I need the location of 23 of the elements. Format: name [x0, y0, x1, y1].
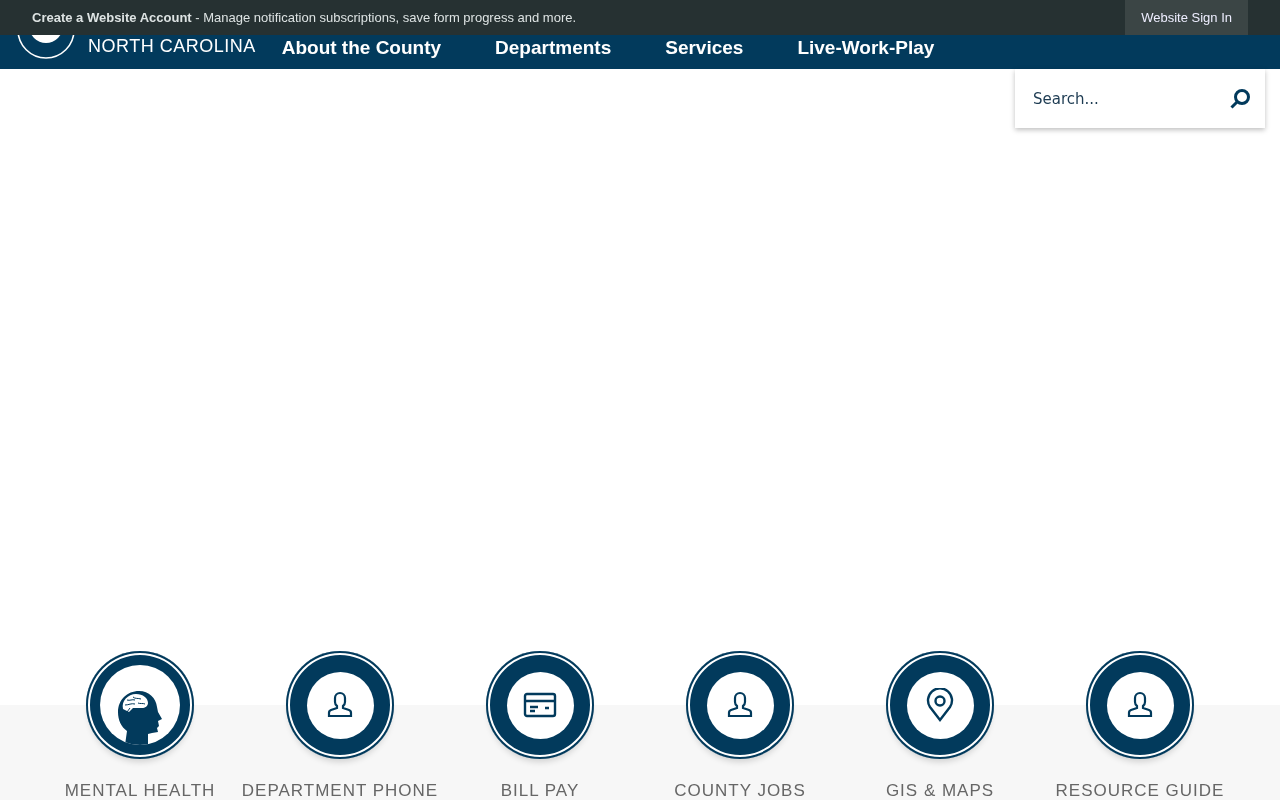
nav-link[interactable]: Departments: [495, 37, 612, 59]
county-state-name: NORTH CAROLINA: [88, 36, 256, 57]
head-with-brain-icon: [117, 689, 163, 745]
account-message: Create a Website Account - Manage notification subscriptions, save form progress and more.: [32, 10, 577, 25]
quick-link-label: BILL PAY: [500, 781, 580, 800]
quick-link[interactable]: GIS & MAPS: [840, 651, 1040, 800]
quick-link-label: MENTAL HEALTH: [64, 781, 216, 800]
nav-link[interactable]: Services: [665, 37, 744, 59]
quick-link-label: COUNTY JOBS: [674, 781, 806, 800]
search-icon[interactable]: [1229, 87, 1251, 110]
quick-link[interactable]: DEPARTMENT PHONE: [240, 651, 440, 800]
quick-link[interactable]: COUNTY JOBS: [640, 651, 840, 800]
quick-link-label: RESOURCE GUIDE: [1055, 781, 1225, 800]
sign-in-button[interactable]: Website Sign In: [1125, 0, 1248, 35]
quick-link[interactable]: BILL PAY: [440, 651, 640, 800]
nav-link[interactable]: About the County: [281, 37, 442, 59]
map-pin-icon: [926, 688, 954, 722]
quick-link-label: GIS & MAPS: [885, 781, 995, 800]
credit-card-icon: [523, 692, 557, 718]
quick-link[interactable]: MENTAL HEALTH: [40, 651, 240, 800]
quick-link[interactable]: RESOURCE GUIDE: [1040, 651, 1240, 800]
quick-link-label: DEPARTMENT PHONE: [241, 781, 439, 800]
nav-link[interactable]: Live-Work-Play: [797, 37, 935, 59]
